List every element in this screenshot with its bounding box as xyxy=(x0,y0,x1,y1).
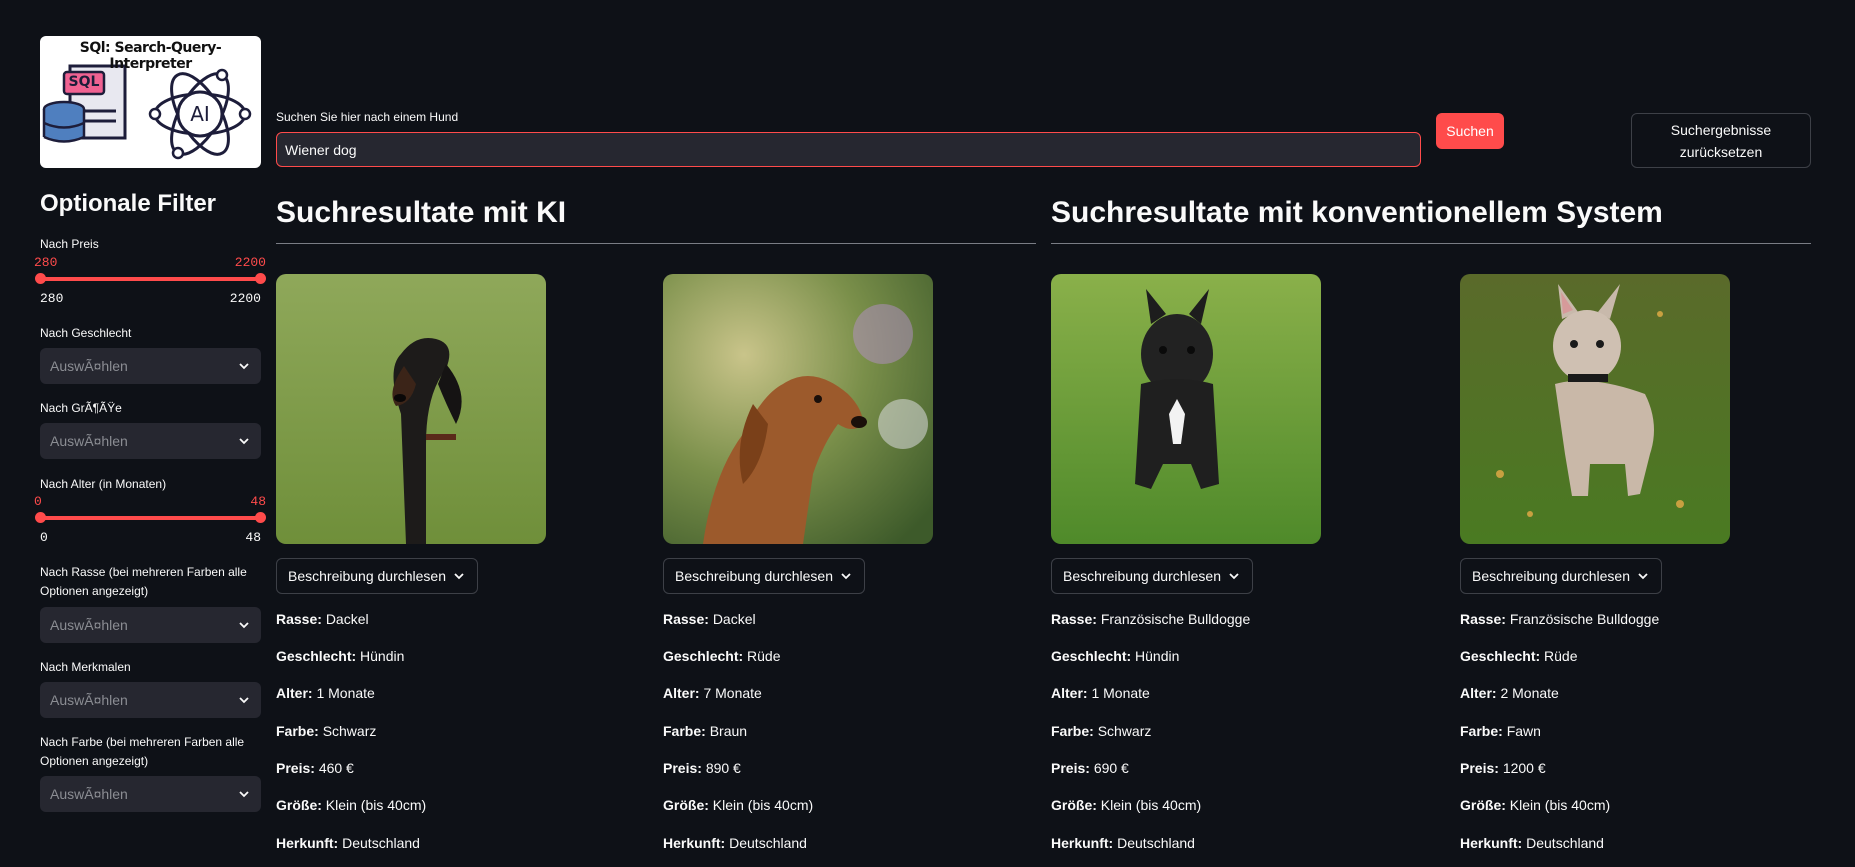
breed-select[interactable]: AuswÃ¤hlen xyxy=(40,607,261,643)
age-slider-high-handle[interactable] xyxy=(255,512,266,523)
age-slider-min: 0 xyxy=(40,530,48,545)
price-slider-track[interactable] xyxy=(40,277,261,281)
card-3-color: Farbe: Fawn xyxy=(1460,723,1541,739)
card-2-age: Alter: 1 Monate xyxy=(1051,685,1150,701)
traits-select-placeholder: AuswÃ¤hlen xyxy=(50,692,128,708)
card-0-breed: Rasse: Dackel xyxy=(276,611,369,627)
price-slider-low-handle[interactable] xyxy=(35,273,46,284)
dog-photo-black-french-bulldog xyxy=(1051,274,1321,544)
gender-select[interactable]: AuswÃ¤hlen xyxy=(40,348,261,384)
dog-photo-black-dachshund xyxy=(276,274,546,544)
card-0-description-expander[interactable]: Beschreibung durchlesen xyxy=(276,558,478,594)
card-3-origin: Herkunft: Deutschland xyxy=(1460,835,1604,851)
age-slider[interactable]: 0 48 0 48 xyxy=(34,494,266,545)
search-input[interactable] xyxy=(276,132,1421,167)
price-filter-label: Nach Preis xyxy=(40,237,99,251)
reset-results-button[interactable]: Suchergebnisse zurücksetzen xyxy=(1631,113,1811,168)
search-label: Suchen Sie hier nach einem Hund xyxy=(276,110,459,124)
price-slider-high-handle[interactable] xyxy=(255,273,266,284)
age-slider-low-value: 0 xyxy=(34,494,42,509)
color-select-placeholder: AuswÃ¤hlen xyxy=(50,786,128,802)
card-2-origin: Herkunft: Deutschland xyxy=(1051,835,1195,851)
conventional-results-heading: Suchresultate mit konventionellem System xyxy=(1051,196,1663,229)
size-select-placeholder: AuswÃ¤hlen xyxy=(50,433,128,449)
size-filter-label: Nach GrÃ¶ÃŸe xyxy=(40,401,122,415)
card-1-gender: Geschlecht: Rüde xyxy=(663,648,781,664)
age-slider-high-value: 48 xyxy=(250,494,266,509)
card-3-age: Alter: 2 Monate xyxy=(1460,685,1559,701)
dog-photo-fawn-french-bulldog xyxy=(1460,274,1730,544)
chevron-down-icon xyxy=(239,622,249,629)
search-button[interactable]: Suchen xyxy=(1436,113,1504,149)
color-filter-label: Nach Farbe (bei mehreren Farben alle Opt… xyxy=(40,735,245,768)
card-2-description-expander[interactable]: Beschreibung durchlesen xyxy=(1051,558,1253,594)
card-1-age: Alter: 7 Monate xyxy=(663,685,762,701)
traits-filter-label: Nach Merkmalen xyxy=(40,660,131,674)
age-filter-label: Nach Alter (in Monaten) xyxy=(40,477,167,491)
card-0-color: Farbe: Schwarz xyxy=(276,723,377,739)
card-1-description-expander[interactable]: Beschreibung durchlesen xyxy=(663,558,865,594)
card-0-age: Alter: 1 Monate xyxy=(276,685,375,701)
logo-sql-badge: SQL xyxy=(68,74,100,90)
card-0-size: Größe: Klein (bis 40cm) xyxy=(276,797,427,813)
breed-filter-label: Nach Rasse (bei mehreren Farben alle Opt… xyxy=(40,565,247,598)
card-1-price: Preis: 890 € xyxy=(663,760,741,776)
card-0-gender: Geschlecht: Hündin xyxy=(276,648,405,664)
card-2-size: Größe: Klein (bis 40cm) xyxy=(1051,797,1202,813)
card-2-breed: Rasse: Französische Bulldogge xyxy=(1051,611,1251,627)
card-3-size: Größe: Klein (bis 40cm) xyxy=(1460,797,1611,813)
price-slider-max: 2200 xyxy=(229,291,261,306)
chevron-down-icon xyxy=(239,697,249,704)
card-0-origin: Herkunft: Deutschland xyxy=(276,835,420,851)
age-slider-track[interactable] xyxy=(40,516,261,520)
expander-label: Beschreibung durchlesen xyxy=(1472,568,1630,584)
card-2-color: Farbe: Schwarz xyxy=(1051,723,1152,739)
price-slider-low-value: 280 xyxy=(34,255,58,270)
card-1-breed: Rasse: Dackel xyxy=(663,611,756,627)
card-3-gender: Geschlecht: Rüde xyxy=(1460,648,1578,664)
card-1-size: Größe: Klein (bis 40cm) xyxy=(663,797,814,813)
ai-results-divider xyxy=(276,243,1036,244)
app-logo: SQl: Search-Query-Interpreter SQL AI xyxy=(40,36,261,168)
card-3-breed: Rasse: Französische Bulldogge xyxy=(1460,611,1660,627)
price-slider-min: 280 xyxy=(40,291,64,306)
card-1-origin: Herkunft: Deutschland xyxy=(663,835,807,851)
gender-select-placeholder: AuswÃ¤hlen xyxy=(50,358,128,374)
chevron-down-icon xyxy=(239,438,249,445)
age-slider-low-handle[interactable] xyxy=(35,512,46,523)
breed-select-placeholder: AuswÃ¤hlen xyxy=(50,617,128,633)
expander-label: Beschreibung durchlesen xyxy=(288,568,446,584)
chevron-down-icon xyxy=(1229,573,1239,580)
price-slider[interactable]: 280 2200 280 2200 xyxy=(34,255,266,306)
filters-title: Optionale Filter xyxy=(40,190,217,217)
expander-label: Beschreibung durchlesen xyxy=(1063,568,1221,584)
card-3-description-expander[interactable]: Beschreibung durchlesen xyxy=(1460,558,1662,594)
card-2-gender: Geschlecht: Hündin xyxy=(1051,648,1180,664)
chevron-down-icon xyxy=(239,791,249,798)
ai-results-heading: Suchresultate mit KI xyxy=(276,196,567,229)
price-slider-high-value: 2200 xyxy=(234,255,266,270)
card-3-price: Preis: 1200 € xyxy=(1460,760,1546,776)
logo-ai-badge: AI xyxy=(190,102,210,126)
card-2-price: Preis: 690 € xyxy=(1051,760,1129,776)
gender-filter-label: Nach Geschlecht xyxy=(40,326,132,340)
conventional-results-divider xyxy=(1051,243,1811,244)
age-slider-max: 48 xyxy=(245,530,261,545)
chevron-down-icon xyxy=(1638,573,1648,580)
chevron-down-icon xyxy=(841,573,851,580)
expander-label: Beschreibung durchlesen xyxy=(675,568,833,584)
dog-photo-brown-dachshund xyxy=(663,274,933,544)
color-select[interactable]: AuswÃ¤hlen xyxy=(40,776,261,812)
logo-title: SQl: Search-Query-Interpreter xyxy=(79,40,222,72)
card-1-color: Farbe: Braun xyxy=(663,723,748,739)
chevron-down-icon xyxy=(239,363,249,370)
size-select[interactable]: AuswÃ¤hlen xyxy=(40,423,261,459)
traits-select[interactable]: AuswÃ¤hlen xyxy=(40,682,261,718)
card-0-price: Preis: 460 € xyxy=(276,760,354,776)
chevron-down-icon xyxy=(454,573,464,580)
